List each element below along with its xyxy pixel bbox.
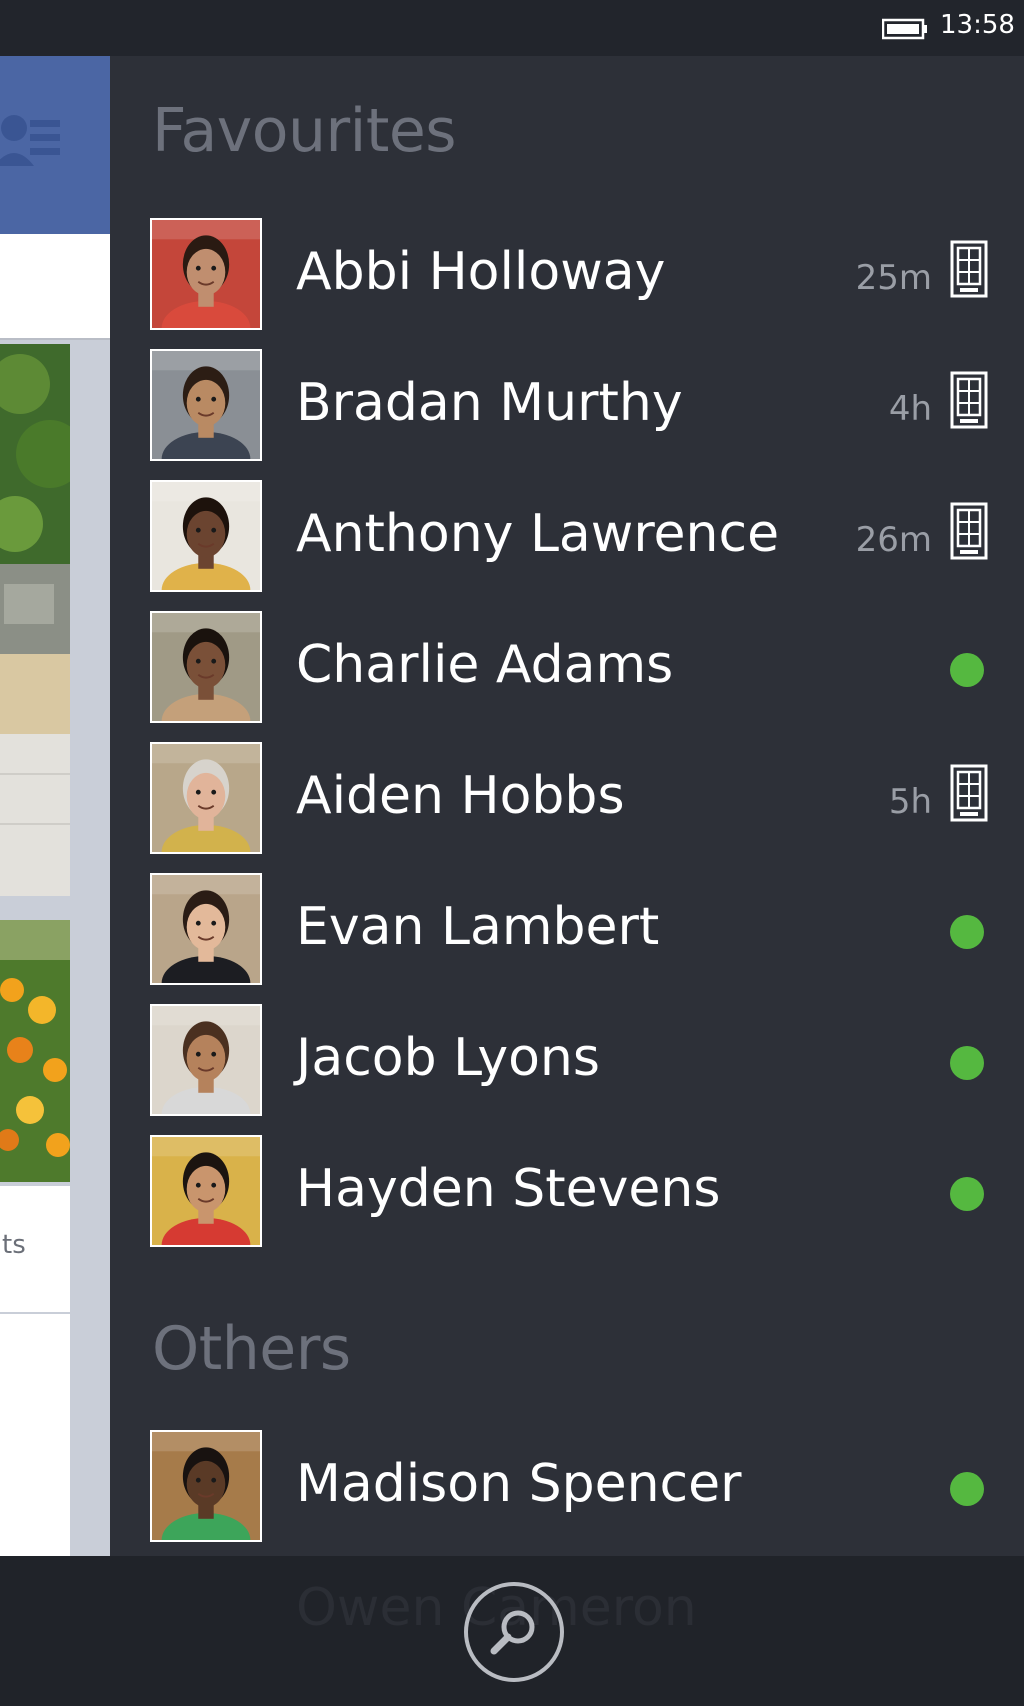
- search-button[interactable]: [464, 1582, 564, 1682]
- avatar: [150, 1004, 262, 1116]
- contact-name: Anthony Lawrence: [296, 504, 780, 564]
- app-bar: Owen Cameron: [0, 1556, 1024, 1706]
- online-status-dot: [950, 1177, 984, 1211]
- feed-background: ts: [0, 56, 110, 1556]
- online-status-dot: [950, 1472, 984, 1506]
- online-status-dot: [950, 915, 984, 949]
- mobile-icon: [950, 240, 988, 298]
- avatar: [150, 349, 262, 461]
- feed-photo-street[interactable]: [0, 344, 70, 896]
- feed-card[interactable]: ts: [0, 1186, 70, 1312]
- contact-row[interactable]: Anthony Lawrence 26m: [110, 476, 1024, 596]
- last-active-time: 25m: [855, 258, 932, 298]
- contact-name: Aiden Hobbs: [296, 766, 625, 826]
- contact-name: Madison Spencer: [296, 1454, 742, 1514]
- online-status-dot: [950, 653, 984, 687]
- contact-row[interactable]: Jacob Lyons: [110, 1000, 1024, 1120]
- contact-name: Jacob Lyons: [296, 1028, 600, 1088]
- contact-name: Charlie Adams: [296, 635, 674, 695]
- avatar: [150, 611, 262, 723]
- contacts-panel: Favourites Abbi Holloway 25m Bradan Murth…: [110, 56, 1024, 1556]
- avatar: [150, 873, 262, 985]
- avatar: [150, 480, 262, 592]
- status-bar: 13:58: [0, 0, 1024, 56]
- feed-card[interactable]: [0, 1314, 70, 1556]
- contact-row[interactable]: Evan Lambert: [110, 869, 1024, 989]
- others-heading: Others: [152, 1314, 351, 1384]
- online-status-dot: [950, 1046, 984, 1080]
- last-active-time: 4h: [888, 389, 932, 429]
- contact-row[interactable]: Bradan Murthy 4h: [110, 345, 1024, 465]
- mobile-icon: [950, 371, 988, 429]
- feed-card-text: ts: [2, 1230, 26, 1260]
- mobile-icon: [950, 764, 988, 822]
- favourites-heading: Favourites: [152, 96, 457, 166]
- contact-row[interactable]: Hayden Stevens: [110, 1131, 1024, 1251]
- contact-name: Bradan Murthy: [296, 373, 683, 433]
- contact-name: Evan Lambert: [296, 897, 660, 957]
- feed-composer[interactable]: [0, 234, 110, 340]
- friends-icon[interactable]: [0, 106, 66, 170]
- avatar: [150, 1135, 262, 1247]
- last-active-time: 26m: [855, 520, 932, 560]
- screen: 13:58 ts Favourites Abbi Holloway 25m Br…: [0, 0, 1024, 1706]
- contact-row[interactable]: Charlie Adams: [110, 607, 1024, 727]
- avatar: [150, 742, 262, 854]
- feed-photo-flowers[interactable]: [0, 920, 70, 1182]
- contact-name: Hayden Stevens: [296, 1159, 721, 1219]
- status-time: 13:58: [940, 10, 1015, 40]
- feed-header: [0, 56, 110, 234]
- contact-name: Abbi Holloway: [296, 242, 666, 302]
- mobile-icon: [950, 502, 988, 560]
- avatar: [150, 218, 262, 330]
- contact-row[interactable]: Aiden Hobbs 5h: [110, 738, 1024, 858]
- avatar: [150, 1430, 262, 1542]
- contact-row[interactable]: Madison Spencer: [110, 1426, 1024, 1546]
- last-active-time: 5h: [888, 782, 932, 822]
- search-icon: [490, 1610, 535, 1655]
- contact-row[interactable]: Abbi Holloway 25m: [110, 214, 1024, 334]
- battery-icon: [882, 18, 927, 40]
